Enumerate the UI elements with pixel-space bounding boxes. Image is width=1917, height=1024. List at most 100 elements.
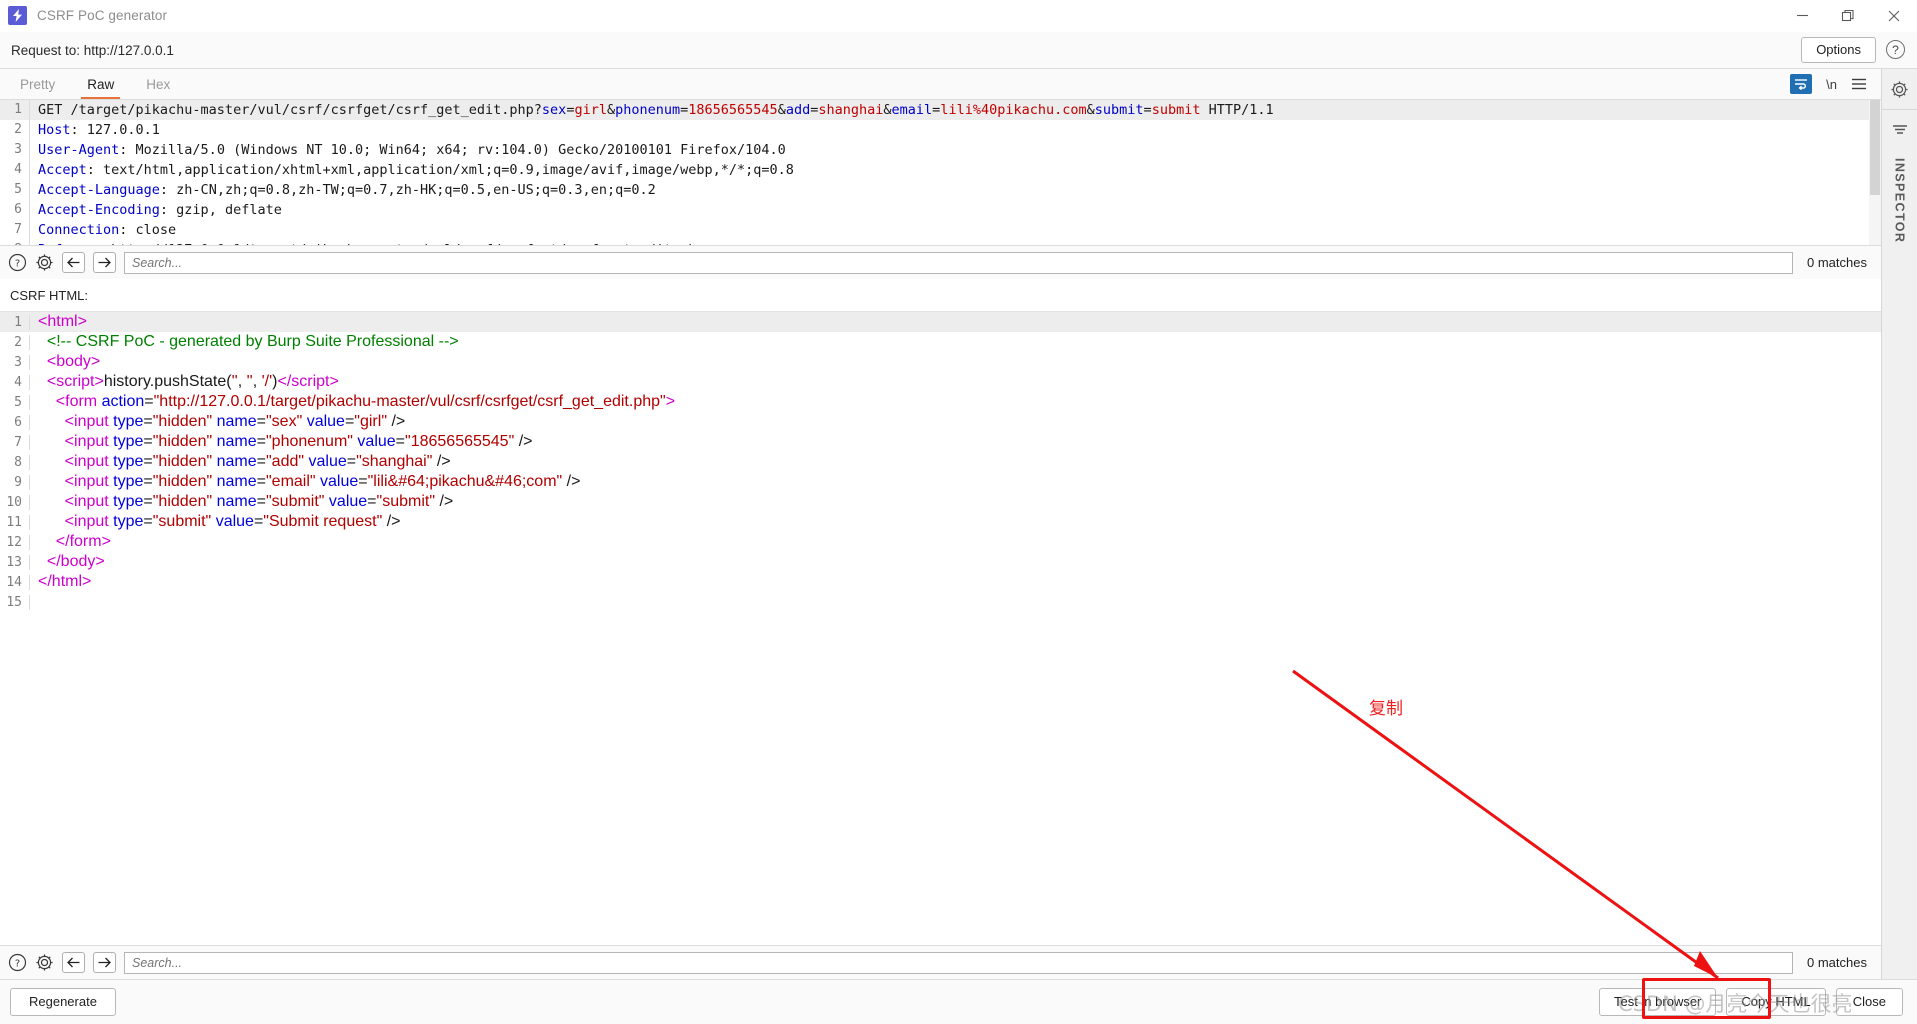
line-number: 15 xyxy=(0,594,30,610)
code-token: </script> xyxy=(277,373,339,390)
csrf-html-lines: 1 <html> 2 <!-- CSRF PoC - generated by Bu… xyxy=(0,312,1881,945)
code-token: : Mozilla/5.0 (Windows NT 10.0; Win64; x… xyxy=(119,142,786,158)
code-token: = xyxy=(253,513,264,530)
code-token: <input xyxy=(38,433,114,450)
code-line-text: <body> xyxy=(30,353,100,371)
code-line-text: Referer: http://127.0.0.1/target/pikachu… xyxy=(30,240,704,245)
collapse-panel-icon[interactable] xyxy=(1882,110,1917,150)
line-number: 6 xyxy=(0,200,30,220)
code-token: "Submit request" xyxy=(263,513,383,530)
code-token: = xyxy=(143,413,153,430)
search-next-button[interactable] xyxy=(93,252,116,273)
line-number: 2 xyxy=(0,334,30,350)
right-rail: INSPECTOR xyxy=(1881,69,1917,979)
search-prev-button[interactable] xyxy=(62,252,85,273)
code-line: 7 Connection: close xyxy=(0,220,1881,240)
code-line-text: <input type="hidden" name="add" value="s… xyxy=(30,453,451,471)
minimize-icon[interactable] xyxy=(1779,0,1825,32)
window-title: CSRF PoC generator xyxy=(37,8,168,23)
code-token: "hidden" xyxy=(152,433,213,450)
code-token: : http://127.0.0.1/target/pikachu-master… xyxy=(95,242,705,245)
help-circle-icon[interactable]: ? xyxy=(8,253,27,272)
code-token: sex xyxy=(541,102,567,118)
code-token: Referer xyxy=(38,242,95,245)
code-token: phonenum xyxy=(615,102,681,118)
copy-html-button[interactable]: Copy HTML xyxy=(1726,987,1826,1017)
code-token: = xyxy=(256,493,266,510)
code-token: = xyxy=(256,433,266,450)
code-token: /> xyxy=(387,413,406,430)
code-line: 1 <html> xyxy=(0,312,1881,332)
csrf-html-code-view[interactable]: 1 <html> 2 <!-- CSRF PoC - generated by Bu… xyxy=(0,311,1881,945)
code-token: User-Agent xyxy=(38,142,120,158)
maximize-icon[interactable] xyxy=(1825,0,1871,32)
code-token: <input xyxy=(38,413,114,430)
inspector-label[interactable]: INSPECTOR xyxy=(1893,158,1907,243)
code-line: 3 <body> xyxy=(0,352,1881,372)
code-token: <input xyxy=(38,453,114,470)
code-token: "phonenum" xyxy=(265,433,353,450)
code-token: submit xyxy=(1094,102,1144,118)
code-line-text: Accept-Encoding: gzip, deflate xyxy=(30,200,282,220)
code-token: </form> xyxy=(38,533,111,550)
help-circle-icon[interactable]: ? xyxy=(1886,40,1905,60)
tab-pretty[interactable]: Pretty xyxy=(4,69,71,99)
code-token: name xyxy=(216,473,257,490)
tab-raw-label: Raw xyxy=(87,76,115,92)
code-token: : gzip, deflate xyxy=(159,202,282,218)
window-controls xyxy=(1779,0,1917,32)
request-scrollbar-track[interactable] xyxy=(1869,100,1881,245)
line-number: 3 xyxy=(0,354,30,370)
code-token: "hidden" xyxy=(152,453,213,470)
code-token: "add" xyxy=(265,453,305,470)
close-icon[interactable] xyxy=(1871,0,1917,32)
code-token: = xyxy=(1143,102,1152,118)
code-token: Accept-Language xyxy=(38,182,160,198)
code-token: type xyxy=(113,473,144,490)
csrf-poc-generator-window: CSRF PoC generator Request to: http://12… xyxy=(0,0,1917,1024)
code-token: value xyxy=(328,493,368,510)
code-token: "hidden" xyxy=(152,493,213,510)
code-token: : close xyxy=(119,222,177,238)
tab-raw[interactable]: Raw xyxy=(71,69,130,99)
code-token: <!-- CSRF PoC - generated by Burp Suite … xyxy=(38,333,459,350)
code-token: type xyxy=(113,413,144,430)
help-circle-icon[interactable]: ? xyxy=(8,953,27,972)
csrf-search-next-button[interactable] xyxy=(93,952,116,973)
line-number: 13 xyxy=(0,554,30,570)
csrf-search-input[interactable] xyxy=(124,951,1794,974)
code-line-text: <input type="hidden" name="submit" value… xyxy=(30,493,454,511)
hamburger-menu-icon[interactable] xyxy=(1851,78,1867,90)
gear-icon[interactable] xyxy=(35,253,54,272)
word-wrap-icon[interactable] xyxy=(1790,74,1813,94)
csrf-search-prev-button[interactable] xyxy=(62,952,85,973)
csrf-search-matches: 0 matches xyxy=(1807,955,1867,970)
code-token: & xyxy=(883,102,892,118)
gear-icon[interactable] xyxy=(35,953,54,972)
close-button[interactable]: Close xyxy=(1835,987,1903,1017)
request-code-view[interactable]: 1 GET /target/pikachu-master/vul/csrf/csr… xyxy=(0,100,1881,245)
newline-toggle[interactable]: \n xyxy=(1826,77,1837,92)
gear-icon[interactable] xyxy=(1882,69,1917,109)
options-button[interactable]: Options xyxy=(1801,36,1876,64)
code-token: = xyxy=(143,473,153,490)
code-token: = xyxy=(143,493,153,510)
code-token: & xyxy=(1086,102,1095,118)
line-number: 5 xyxy=(0,180,30,200)
regenerate-button[interactable]: Regenerate xyxy=(10,987,116,1017)
line-number: 8 xyxy=(0,240,30,245)
code-token: HTTP/1.1 xyxy=(1200,102,1274,118)
code-token: <script> xyxy=(38,373,104,390)
line-number: 11 xyxy=(0,514,30,530)
code-line-text: </form> xyxy=(30,533,111,551)
line-number: 9 xyxy=(0,474,30,490)
request-search-input[interactable] xyxy=(124,251,1794,274)
request-scrollbar-thumb[interactable] xyxy=(1870,100,1880,195)
code-line-text: <input type="hidden" name="sex" value="g… xyxy=(30,413,406,431)
code-token: = xyxy=(143,433,153,450)
tab-hex[interactable]: Hex xyxy=(130,69,186,99)
code-token: = xyxy=(395,433,406,450)
test-in-browser-button[interactable]: Test in browser xyxy=(1598,987,1717,1017)
request-bar-actions: Options ? xyxy=(1801,36,1905,64)
code-token: "submit" xyxy=(376,493,435,510)
